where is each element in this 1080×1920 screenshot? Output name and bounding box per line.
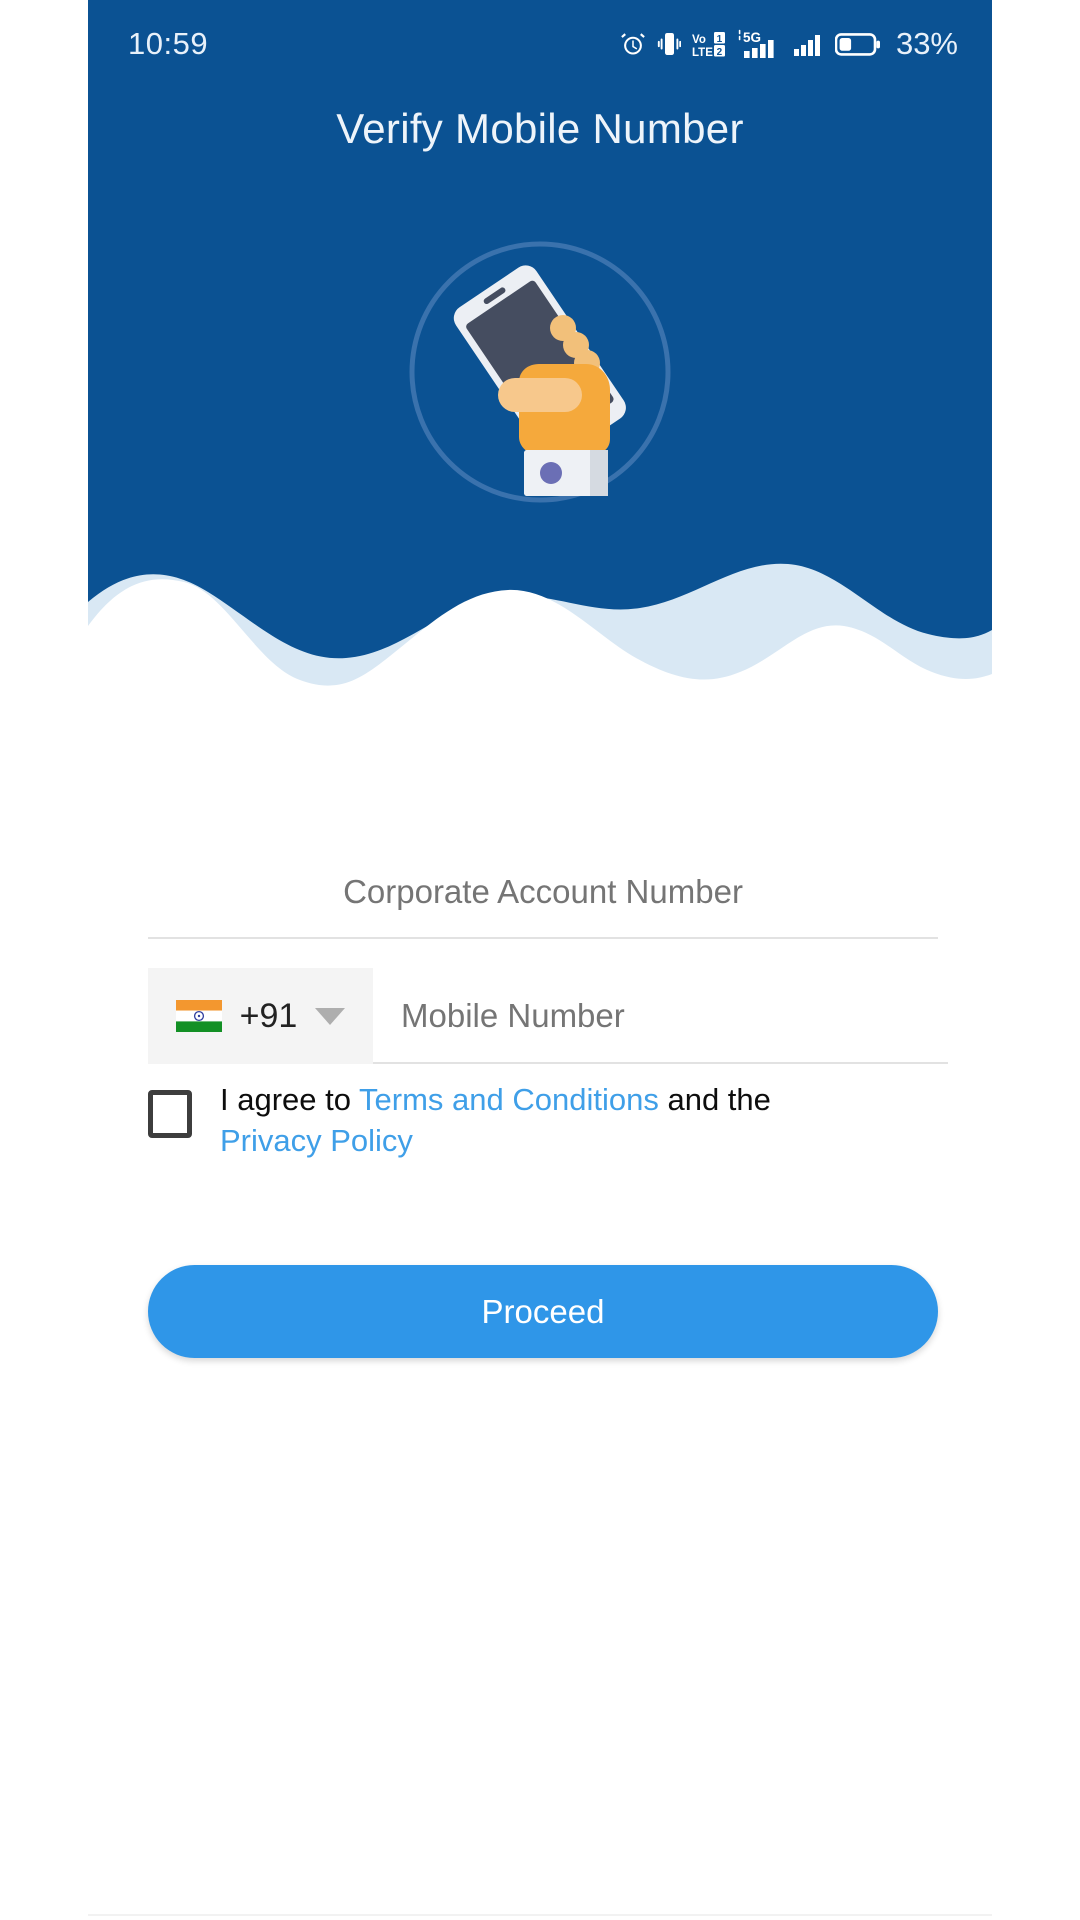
- page-title: Verify Mobile Number: [336, 105, 744, 152]
- status-icon-group: Vo LTE 1 2 5G 33%: [620, 26, 958, 62]
- svg-text:2: 2: [717, 47, 723, 58]
- corporate-account-field: [148, 873, 938, 939]
- terms-and-conditions-link[interactable]: Terms and Conditions: [359, 1082, 659, 1117]
- phone-screen: 10:59 Vo LTE 1 2 5G 33% Verify Mobile Nu…: [0, 0, 1080, 1920]
- proceed-button[interactable]: Proceed: [148, 1265, 938, 1358]
- chevron-down-icon: [315, 1007, 346, 1025]
- svg-text:LTE: LTE: [692, 47, 713, 58]
- battery-icon: [834, 32, 880, 56]
- signup-form: +91 I agree to Terms and Conditions and …: [88, 700, 992, 1920]
- country-code-selector[interactable]: +91: [148, 968, 373, 1064]
- illustration-container: [88, 232, 992, 512]
- bottom-divider: [88, 1914, 992, 1916]
- corporate-account-input[interactable]: [148, 873, 938, 937]
- country-dial-code: +91: [239, 996, 298, 1035]
- hand-holding-phone-illustration: [409, 241, 671, 503]
- status-bar: 10:59 Vo LTE 1 2 5G 33%: [88, 0, 992, 88]
- phone-number-row: +91: [148, 968, 948, 1064]
- india-flag-icon: [175, 1000, 222, 1032]
- app-content: 10:59 Vo LTE 1 2 5G 33% Verify Mobile Nu…: [88, 0, 992, 1920]
- wave-decoration: [88, 530, 992, 700]
- signal-5g-icon: 5G: [738, 29, 774, 58]
- hero-header: 10:59 Vo LTE 1 2 5G 33% Verify Mobile Nu…: [88, 0, 992, 700]
- privacy-policy-link[interactable]: Privacy Policy: [220, 1123, 413, 1158]
- terms-text: I agree to Terms and Conditions and the …: [220, 1080, 845, 1162]
- mobile-number-input[interactable]: [401, 997, 948, 1035]
- mobile-number-underline: [373, 1062, 948, 1064]
- alarm-icon: [621, 33, 645, 55]
- mobile-number-field: [373, 968, 948, 1064]
- vibrate-icon: [657, 33, 681, 55]
- terms-agreement-row: I agree to Terms and Conditions and the …: [148, 1080, 948, 1162]
- volte-dual-sim-icon: Vo LTE 1 2: [692, 31, 725, 58]
- terms-prefix: I agree to: [220, 1082, 360, 1117]
- status-time: 10:59: [128, 26, 209, 61]
- svg-text:Vo: Vo: [692, 34, 706, 46]
- terms-middle: and the: [658, 1082, 771, 1117]
- battery-percent-label: 33%: [895, 26, 958, 61]
- terms-checkbox[interactable]: [148, 1090, 192, 1138]
- svg-text:1: 1: [717, 34, 723, 45]
- corporate-account-underline: [148, 937, 938, 939]
- signal-bars-icon: [793, 35, 820, 56]
- svg-text:5G: 5G: [743, 30, 761, 45]
